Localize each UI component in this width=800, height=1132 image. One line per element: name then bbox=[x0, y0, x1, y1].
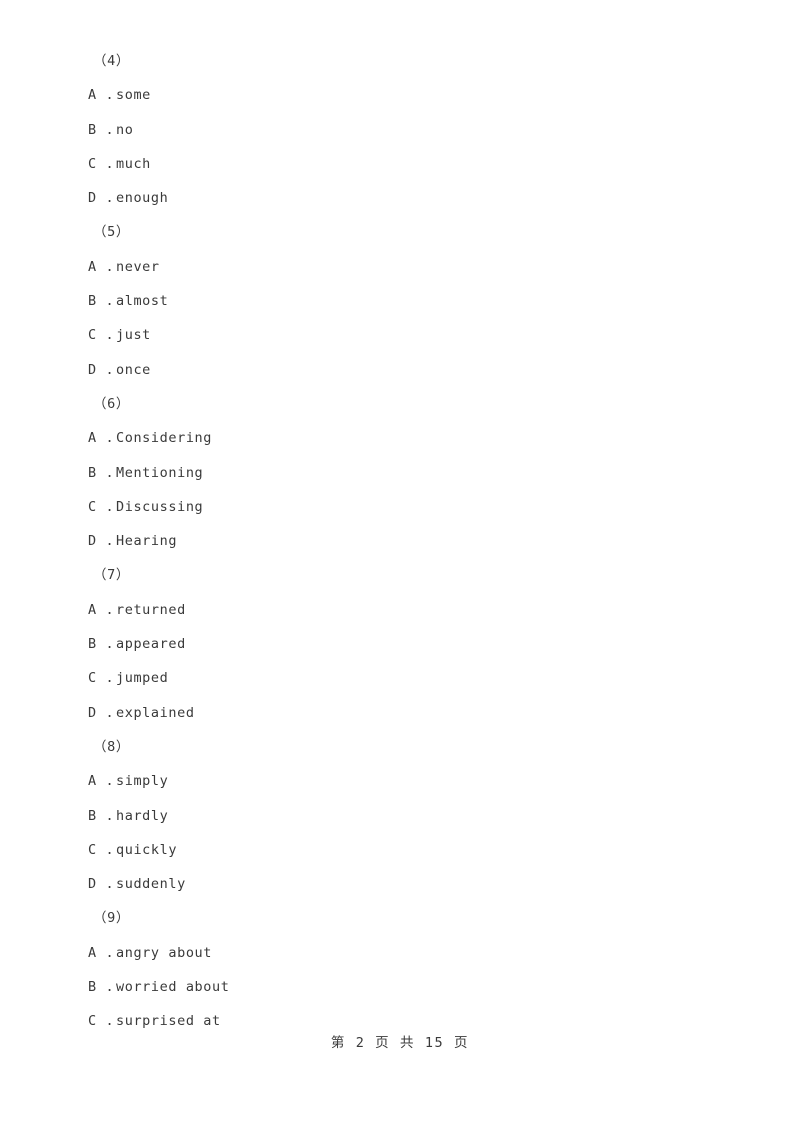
option-letter: B . bbox=[88, 807, 115, 824]
option-text: Discussing bbox=[116, 498, 204, 515]
option-text: hardly bbox=[116, 807, 169, 824]
document-page: （4） A . some B . no C . much D . enough （5） A . nev… bbox=[0, 0, 800, 1132]
option-letter: B . bbox=[88, 979, 115, 996]
answer-option: A . returned bbox=[88, 593, 728, 627]
option-text: never bbox=[116, 258, 160, 275]
answer-option: B . no bbox=[88, 113, 728, 147]
option-text: explained bbox=[116, 704, 195, 721]
answer-option: D . Hearing bbox=[88, 524, 728, 558]
answer-option: B . worried about bbox=[88, 970, 728, 1004]
answer-option: A . angry about bbox=[88, 936, 728, 970]
option-letter: D . bbox=[88, 190, 115, 207]
option-letter: A . bbox=[88, 601, 115, 618]
answer-option: D . enough bbox=[88, 181, 728, 215]
option-letter: C . bbox=[88, 155, 115, 172]
answer-option: B . almost bbox=[88, 284, 728, 318]
option-letter: C . bbox=[88, 327, 115, 344]
option-letter: B . bbox=[88, 121, 115, 138]
option-letter: A . bbox=[88, 87, 115, 104]
option-text: no bbox=[116, 121, 134, 138]
option-letter: D . bbox=[88, 876, 115, 893]
answer-option: C . quickly bbox=[88, 833, 728, 867]
option-text: jumped bbox=[116, 670, 169, 687]
option-letter: C . bbox=[88, 841, 115, 858]
answer-option: A . never bbox=[88, 250, 728, 284]
option-text: worried about bbox=[116, 979, 230, 996]
question-group-number: （7） bbox=[93, 567, 130, 584]
answer-option: C . much bbox=[88, 147, 728, 181]
answer-option: A . simply bbox=[88, 764, 728, 798]
answer-option: C . jumped bbox=[88, 661, 728, 695]
option-text: Mentioning bbox=[116, 464, 204, 481]
option-text: almost bbox=[116, 293, 169, 310]
option-text: just bbox=[116, 327, 151, 344]
option-letter: B . bbox=[88, 464, 115, 481]
option-text: once bbox=[116, 361, 151, 378]
option-letter: D . bbox=[88, 704, 115, 721]
option-letter: A . bbox=[88, 773, 115, 790]
option-text: Hearing bbox=[116, 533, 178, 550]
option-letter: A . bbox=[88, 430, 115, 447]
answer-option: C . Discussing bbox=[88, 490, 728, 524]
answer-option: B . hardly bbox=[88, 799, 728, 833]
answer-option: D . suddenly bbox=[88, 867, 728, 901]
answer-option: A . some bbox=[88, 78, 728, 112]
answer-option: D . explained bbox=[88, 696, 728, 730]
option-text: suddenly bbox=[116, 876, 186, 893]
answer-option: A . Considering bbox=[88, 421, 728, 455]
answer-option: C . just bbox=[88, 318, 728, 352]
option-text: returned bbox=[116, 601, 186, 618]
option-letter: D . bbox=[88, 533, 115, 550]
question-group-number: （5） bbox=[93, 224, 130, 241]
option-letter: A . bbox=[88, 944, 115, 961]
option-text: angry about bbox=[116, 944, 213, 961]
option-text: much bbox=[116, 155, 151, 172]
option-letter: B . bbox=[88, 636, 115, 653]
question-group-number: （4） bbox=[93, 53, 130, 69]
option-letter: A . bbox=[88, 258, 115, 275]
question-group-number: （6） bbox=[93, 395, 130, 412]
answer-option: D . once bbox=[88, 353, 728, 387]
option-letter: B . bbox=[88, 293, 115, 310]
page-footer: 第 2 页 共 15 页 bbox=[330, 1035, 470, 1051]
answer-option: B . appeared bbox=[88, 627, 728, 661]
option-letter: C . bbox=[88, 498, 115, 515]
option-letter: D . bbox=[88, 361, 115, 378]
option-text: appeared bbox=[116, 636, 186, 653]
answer-option: B . Mentioning bbox=[88, 456, 728, 490]
option-letter: C . bbox=[88, 670, 115, 687]
question-list: （4） A . some B . no C . much D . enough （5） A . nev… bbox=[88, 44, 728, 1039]
option-text: some bbox=[116, 87, 151, 104]
question-group-number: （8） bbox=[93, 738, 130, 755]
option-text: simply bbox=[116, 773, 169, 790]
option-text: enough bbox=[116, 190, 169, 207]
option-text: Considering bbox=[116, 430, 213, 447]
option-text: quickly bbox=[116, 841, 178, 858]
question-group-number: （9） bbox=[93, 910, 130, 927]
